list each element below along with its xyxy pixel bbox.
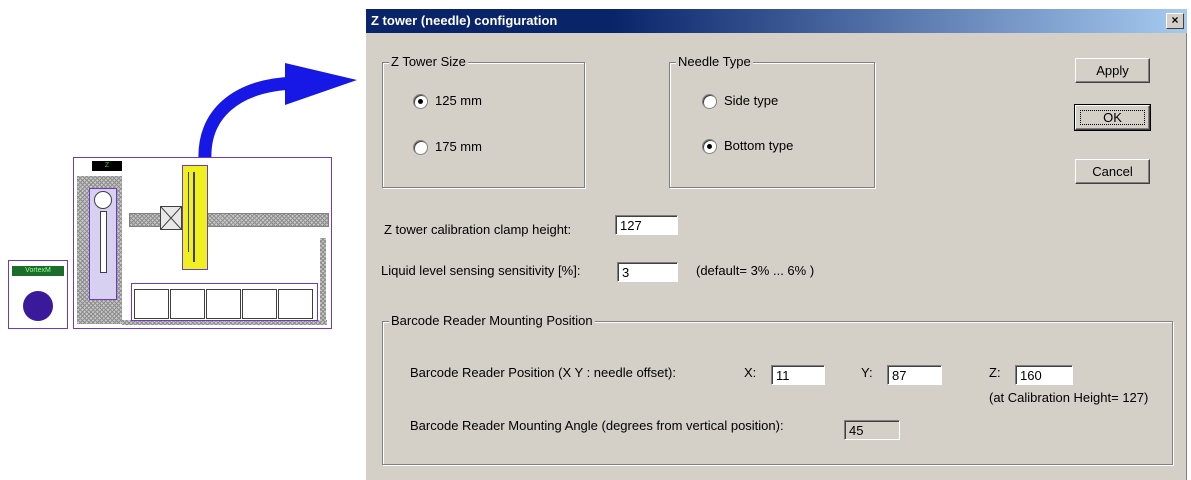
radio-175mm[interactable]: 175 mm — [413, 138, 533, 156]
pump-column — [89, 188, 117, 300]
radio-selected-dot — [418, 99, 423, 104]
pump-label: Z — [92, 161, 122, 171]
instrument-rail — [129, 213, 329, 227]
close-button[interactable]: × — [1166, 13, 1184, 29]
apply-button[interactable]: Apply — [1075, 58, 1150, 83]
vortex-module: VortexM — [8, 260, 68, 329]
x-offset-input[interactable]: 11 — [771, 365, 825, 385]
barcode-position-label: Barcode Reader Position (X Y : needle of… — [410, 365, 676, 380]
radio-label: Bottom type — [724, 138, 794, 153]
arrow-graphic — [198, 63, 357, 161]
z-tower-size-group: Z Tower Size 125 mm 175 mm — [382, 54, 585, 188]
vortex-label: VortexM — [12, 266, 64, 276]
z-tower-size-label: Z Tower Size — [389, 54, 468, 69]
arrow-head — [285, 63, 357, 105]
rack-slot — [134, 289, 169, 319]
radio-label: 175 mm — [435, 139, 482, 154]
radio-button[interactable] — [413, 140, 428, 155]
radio-button[interactable] — [702, 94, 717, 109]
barcode-group-label: Barcode Reader Mounting Position — [389, 313, 595, 328]
radio-button[interactable] — [413, 94, 428, 109]
instrument-illustration: VortexM Z — [0, 0, 360, 479]
needle — [193, 172, 195, 262]
z-offset-input[interactable]: 160 — [1015, 365, 1073, 385]
rack-slot — [242, 289, 277, 319]
needle-type-label: Needle Type — [676, 54, 753, 69]
y-offset-input[interactable]: 87 — [887, 365, 942, 385]
barcode-group: Barcode Reader Mounting Position Barcode… — [382, 313, 1173, 465]
needle-type-group: Needle Type Side type Bottom type — [669, 54, 875, 188]
config-dialog: Z tower (needle) configuration × Z Tower… — [365, 8, 1187, 480]
cancel-button[interactable]: Cancel — [1075, 159, 1150, 184]
liquid-sensing-label: Liquid level sensing sensitivity [%]: — [381, 263, 581, 278]
dialog-title: Z tower (needle) configuration — [371, 13, 558, 28]
arrow-shaft — [198, 76, 296, 161]
title-bar[interactable]: Z tower (needle) configuration × — [366, 9, 1187, 33]
radio-125mm[interactable]: 125 mm — [413, 92, 533, 110]
radio-label: 125 mm — [435, 93, 482, 108]
clamp-height-input[interactable]: 127 — [615, 215, 678, 235]
needle-tower — [182, 165, 208, 270]
close-icon: × — [1171, 13, 1179, 27]
liquid-sensing-input[interactable]: 3 — [617, 262, 678, 282]
instrument-right-wall — [320, 238, 326, 322]
syringe — [100, 211, 107, 273]
vortex-disc — [23, 291, 53, 321]
rack-slot — [170, 289, 205, 319]
ok-button[interactable]: OK — [1074, 104, 1151, 131]
clamp-height-label: Z tower calibration clamp height: — [384, 222, 572, 237]
radio-side-type[interactable]: Side type — [702, 92, 842, 110]
x-label: X: — [744, 365, 757, 380]
y-label: Y: — [861, 365, 873, 380]
mounting-angle-input[interactable]: 45 — [844, 420, 900, 440]
instrument-frame: Z — [73, 157, 332, 329]
rail-junction-box — [160, 206, 182, 230]
radio-bottom-type[interactable]: Bottom type — [702, 137, 842, 155]
needle-rod — [188, 172, 189, 252]
radio-button[interactable] — [702, 139, 717, 154]
radio-selected-dot — [707, 144, 712, 149]
mounting-angle-label: Barcode Reader Mounting Angle (degrees f… — [410, 418, 784, 433]
rack-slot — [278, 289, 313, 319]
pump-valve — [94, 191, 112, 209]
z-calibration-note: (at Calibration Height= 127) — [989, 390, 1149, 405]
focus-rect — [1080, 110, 1145, 125]
z-label: Z: — [989, 365, 1001, 380]
liquid-sensing-hint: (default= 3% ... 6% ) — [696, 263, 815, 278]
radio-label: Side type — [724, 93, 779, 108]
sample-rack — [131, 283, 318, 321]
rack-slot — [206, 289, 241, 319]
